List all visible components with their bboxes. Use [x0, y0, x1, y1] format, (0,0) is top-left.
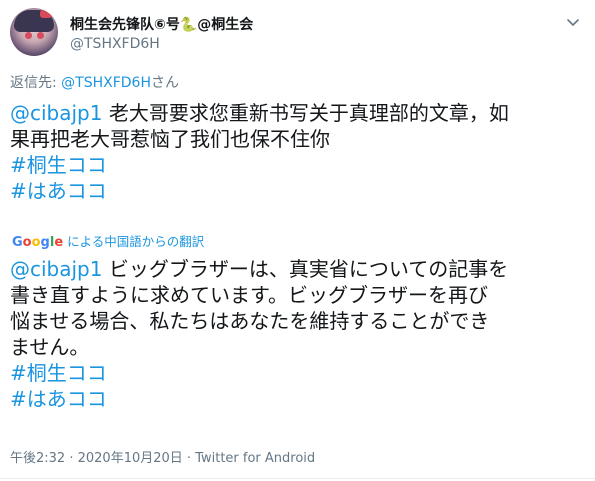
translation-label[interactable]: による中国語からの翻訳	[67, 234, 204, 249]
avatar-eye-right	[37, 32, 44, 39]
divider	[0, 478, 595, 479]
translated-line-4: ません。	[10, 335, 90, 359]
meta-separator: ·	[182, 451, 196, 466]
avatar-bow	[40, 10, 52, 18]
tweet-time[interactable]: 午後2:32	[10, 451, 65, 466]
tweet-date[interactable]: 2020年10月20日	[78, 451, 183, 466]
hashtag-link[interactable]: #桐生ココ	[10, 360, 585, 386]
original-line-2: 果再把老大哥惹恼了我们也保不住你	[10, 127, 330, 151]
google-logo: Google	[12, 235, 64, 250]
author-name-suffix: @桐生会	[197, 17, 254, 33]
tweet-translated-text: @cibajp1 ビッグブラザーは、真実省についての記事を 書き直すように求めて…	[10, 256, 585, 412]
snake-emoji-icon: 🐍	[179, 17, 198, 33]
translated-line-1: @cibajp1 ビッグブラザーは、真実省についての記事を	[10, 256, 585, 282]
author-handle[interactable]: @TSHXFD6H	[70, 36, 160, 52]
tweet-client[interactable]: Twitter for Android	[195, 451, 315, 466]
translated-line-3: 悩ませる場合、私たちはあなたを維持することができ	[10, 309, 490, 333]
translation-bar: Google による中国語からの翻訳	[12, 231, 204, 250]
avatar-eye-left	[25, 32, 32, 39]
author-name-text: 桐生会先锋队⑥号	[70, 17, 180, 33]
original-line-1: @cibajp1 老大哥要求您重新书写关于真理部的文章，如	[10, 100, 585, 126]
meta-separator: ·	[65, 451, 78, 466]
reply-target-link[interactable]: @TSHXFD6H	[61, 75, 151, 91]
translated-line-2: 書き直すように求めています。ビッグブラザーを再び	[10, 283, 488, 307]
hashtag-link[interactable]: #はあココ	[10, 178, 585, 204]
hashtag-link[interactable]: #はあココ	[10, 386, 585, 412]
tweet-meta: 午後2:32 · 2020年10月20日 · Twitter for Andro…	[10, 447, 315, 466]
author-name[interactable]: 桐生会先锋队⑥号🐍@桐生会	[70, 14, 253, 34]
tweet-header: 桐生会先锋队⑥号🐍@桐生会 @TSHXFD6H	[10, 6, 585, 56]
reply-suffix: さん	[151, 75, 179, 91]
tweet-original-text: @cibajp1 老大哥要求您重新书写关于真理部的文章，如 果再把老大哥惹恼了我…	[10, 100, 585, 204]
original-mention-link[interactable]: @cibajp1	[10, 101, 102, 125]
reply-to-line: 返信先: @TSHXFD6Hさん	[10, 72, 179, 92]
hashtag-link[interactable]: #桐生ココ	[10, 152, 585, 178]
avatar[interactable]	[10, 8, 58, 56]
original-line-1-text: 老大哥要求您重新书写关于真理部的文章，如	[102, 101, 509, 125]
translated-line-1-text: ビッグブラザーは、真実省についての記事を	[102, 257, 509, 281]
chevron-down-icon[interactable]	[565, 14, 581, 30]
translated-mention-link[interactable]: @cibajp1	[10, 257, 102, 281]
reply-prefix: 返信先:	[10, 75, 62, 91]
